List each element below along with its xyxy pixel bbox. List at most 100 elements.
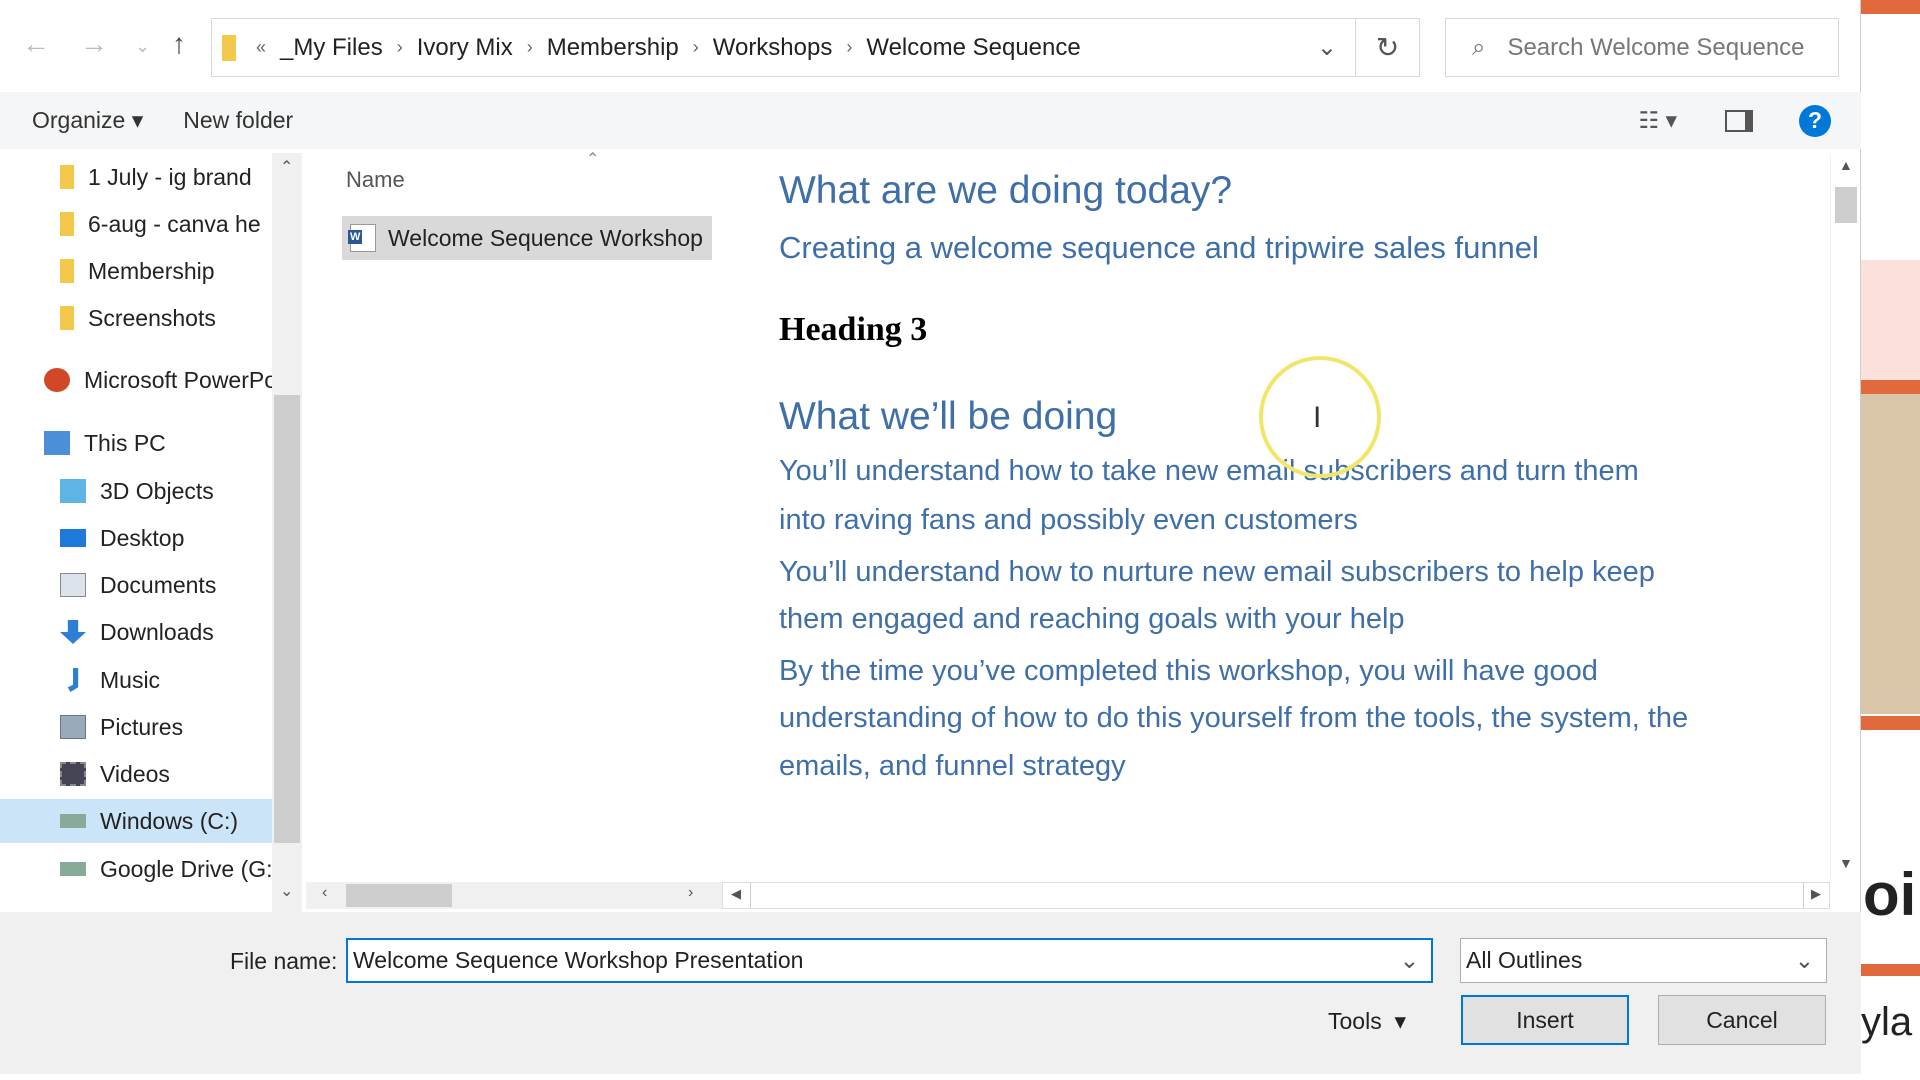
- navigation-pane: 1 July - ig brand 6-aug - canva he Members…: [0, 153, 272, 912]
- pictures-icon: [60, 715, 86, 739]
- desktop-icon: [60, 529, 86, 547]
- organize-button[interactable]: Organize ▾: [32, 107, 143, 134]
- sidebar-item[interactable]: 6-aug - canva he: [0, 202, 272, 246]
- breadcrumb-item[interactable]: Welcome Sequence: [866, 34, 1080, 62]
- background-text: oi: [1863, 861, 1917, 928]
- preview-heading3: Heading 3: [779, 311, 928, 348]
- background-text: yla: [1861, 1000, 1913, 1044]
- recent-locations-button[interactable]: ⌄: [135, 36, 150, 57]
- background-app: oi yla: [1861, 0, 1920, 1080]
- sort-arrow-icon: ⌃: [586, 151, 600, 168]
- documents-icon: [60, 573, 86, 597]
- music-icon: [67, 668, 79, 692]
- breadcrumb-item[interactable]: Workshops: [713, 34, 833, 62]
- sidebar-item-label: Windows (C:): [100, 807, 239, 834]
- sidebar-item[interactable]: Membership: [0, 249, 272, 293]
- sidebar-item[interactable]: 1 July - ig brand: [0, 155, 272, 199]
- cube-icon: [60, 479, 86, 503]
- chevron-down-icon[interactable]: ⌄: [1400, 947, 1419, 974]
- sidebar-item[interactable]: 3D Objects: [0, 469, 272, 513]
- sidebar-item-label: Membership: [88, 257, 215, 284]
- sidebar-item[interactable]: Pictures: [0, 705, 272, 749]
- sidebar-item[interactable]: Videos: [0, 752, 272, 796]
- sidebar-item[interactable]: Desktop: [0, 516, 272, 560]
- refresh-icon: ↻: [1375, 32, 1400, 63]
- file-type-value: All Outlines: [1466, 947, 1583, 973]
- search-placeholder: Search Welcome Sequence: [1507, 33, 1805, 61]
- command-bar: Organize ▾ New folder ☷ ▾ ?: [0, 92, 1861, 149]
- search-icon: ⌕: [1472, 33, 1486, 61]
- insert-outline-dialog: ← → ⌄ ↑ « _My Files › Ivory Mix › Membersh…: [0, 0, 1861, 1074]
- file-list: Name ⌃ W Welcome Sequence Workshop: [306, 151, 722, 879]
- folder-icon: [222, 34, 236, 61]
- sidebar-item-label: Videos: [100, 760, 170, 787]
- folder-icon: [60, 165, 74, 189]
- breadcrumb-item[interactable]: Ivory Mix: [417, 34, 513, 62]
- preview-pane-icon[interactable]: [1725, 109, 1753, 132]
- videos-icon: [60, 762, 86, 786]
- new-folder-button[interactable]: New folder: [183, 107, 293, 134]
- sidebar-item-label: Google Drive (G:: [100, 855, 272, 882]
- breadcrumb-item[interactable]: Membership: [547, 34, 679, 62]
- sidebar-item-label: This PC: [84, 429, 166, 456]
- refresh-button[interactable]: ↻: [1356, 18, 1420, 77]
- file-type-select[interactable]: All Outlines ⌄: [1460, 938, 1827, 983]
- chevron-down-icon[interactable]: ⌄: [1317, 33, 1337, 62]
- sidebar-item-label: Documents: [100, 571, 217, 598]
- sidebar-item-label: Desktop: [100, 524, 185, 551]
- folder-icon: [60, 306, 74, 330]
- breadcrumb-item[interactable]: _My Files: [280, 34, 383, 62]
- file-name: Welcome Sequence Workshop: [388, 224, 703, 251]
- sidebar-item-label: 3D Objects: [100, 477, 214, 504]
- view-options-icon[interactable]: ☷ ▾: [1638, 107, 1677, 134]
- preview-hscrollbar[interactable]: ◀ ▶: [722, 882, 1830, 909]
- file-item[interactable]: W Welcome Sequence Workshop: [342, 216, 712, 260]
- download-icon: [60, 620, 86, 644]
- preview-line: By the time you’ve completed this worksh…: [779, 655, 1598, 687]
- file-name-label: File name:: [230, 948, 338, 974]
- sidebar-item[interactable]: Music: [0, 658, 272, 702]
- cancel-button[interactable]: Cancel: [1658, 995, 1826, 1045]
- preview-vscrollbar[interactable]: ▲ ▼: [1830, 155, 1859, 879]
- address-bar[interactable]: « _My Files › Ivory Mix › Membership › Work…: [211, 18, 1356, 77]
- sidebar-item[interactable]: Google Drive (G:: [0, 847, 272, 891]
- sidebar-item-label: Downloads: [100, 618, 214, 645]
- chevron-down-icon: ⌄: [1794, 947, 1814, 973]
- preview-line: You’ll understand how to nurture new ema…: [779, 556, 1655, 588]
- up-button[interactable]: ↑: [172, 28, 186, 60]
- drive-icon: [60, 862, 86, 876]
- preview-line: them engaged and reaching goals with you…: [779, 603, 1405, 635]
- file-list-hscrollbar[interactable]: ‹ ›: [306, 882, 722, 909]
- column-header-name[interactable]: Name: [346, 167, 405, 193]
- file-name-input[interactable]: Welcome Sequence Workshop Presentation ⌄: [346, 938, 1433, 983]
- sidebar-item-label: Pictures: [100, 713, 184, 740]
- preview-title: What are we doing today?: [779, 169, 1233, 212]
- back-button[interactable]: ←: [22, 28, 50, 60]
- sidebar-item[interactable]: Screenshots: [0, 296, 272, 340]
- preview-section-title: What we’ll be doing: [779, 395, 1118, 438]
- help-icon[interactable]: ?: [1799, 104, 1831, 137]
- sidebar-item[interactable]: Windows (C:): [0, 799, 272, 843]
- sidebar-item[interactable]: This PC: [0, 421, 272, 465]
- preview-subtitle: Creating a welcome sequence and tripwire…: [779, 230, 1539, 265]
- breadcrumb-overflow[interactable]: «: [256, 37, 266, 58]
- sidebar-item-label: 1 July - ig brand: [88, 163, 252, 190]
- text-cursor-icon: I: [1313, 401, 1322, 434]
- sidebar-item-label: Microsoft PowerPo: [84, 366, 272, 393]
- sidebar-item[interactable]: Downloads: [0, 610, 272, 654]
- preview-line: You’ll understand how to take new email …: [779, 455, 1639, 487]
- sidebar-item[interactable]: Microsoft PowerPo: [0, 358, 272, 402]
- forward-button[interactable]: →: [80, 28, 108, 60]
- insert-button[interactable]: Insert: [1461, 995, 1629, 1045]
- file-name-value: Welcome Sequence Workshop Presentation: [353, 947, 804, 973]
- sidebar-item-label: Music: [100, 666, 161, 693]
- preview-line: emails, and funnel strategy: [779, 750, 1126, 782]
- preview-line: into raving fans and possibly even custo…: [779, 504, 1358, 536]
- sidebar-item[interactable]: Documents: [0, 563, 272, 607]
- powerpoint-icon: [44, 368, 70, 392]
- word-doc-icon: W: [348, 224, 376, 252]
- nav-scrollbar[interactable]: ⌃ ⌄: [272, 153, 302, 912]
- search-input[interactable]: ⌕ Search Welcome Sequence: [1445, 18, 1839, 77]
- preview-pane: What are we doing today? Creating a welc…: [722, 153, 1830, 879]
- tools-button[interactable]: Tools ▾: [1328, 1008, 1406, 1035]
